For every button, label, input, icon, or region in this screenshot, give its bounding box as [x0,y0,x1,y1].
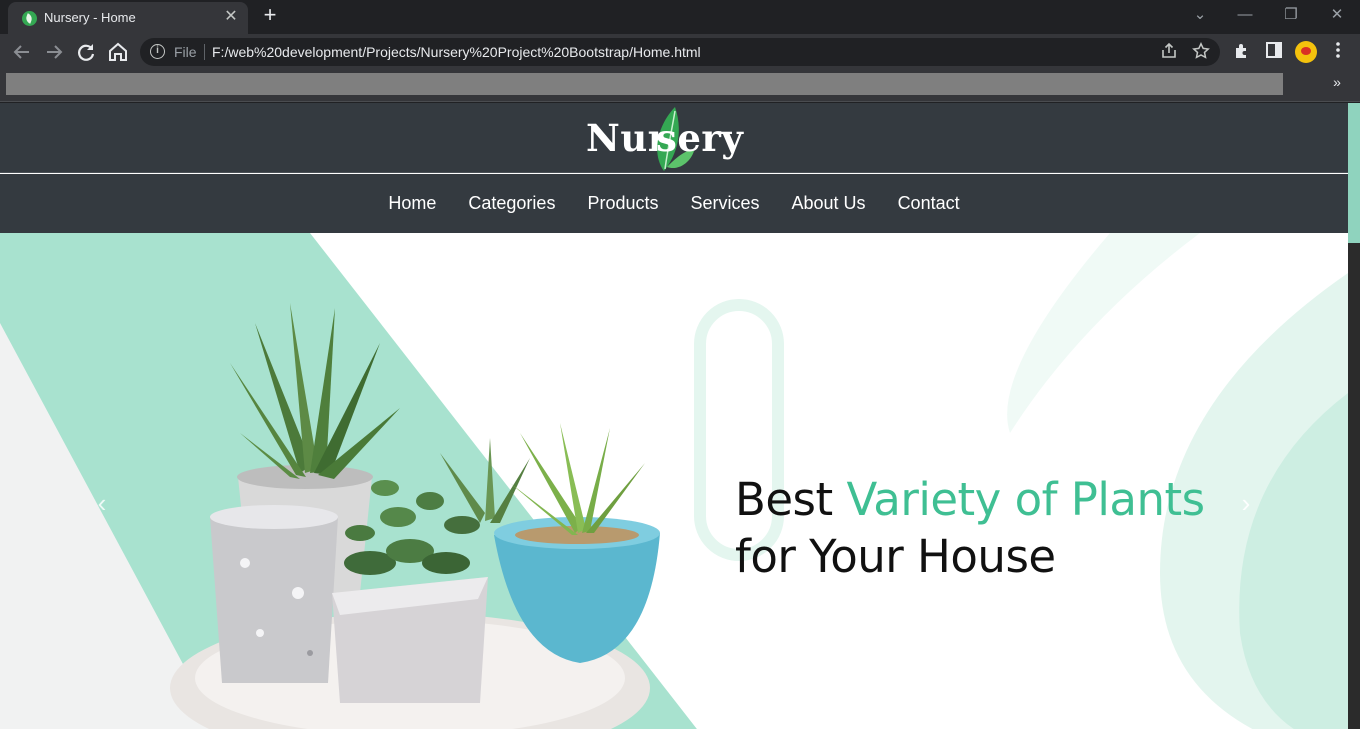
site-header: Nur sery [0,103,1348,173]
nav-contact[interactable]: Contact [882,193,976,214]
hero-headline: Best Variety of Plants for Your House [735,471,1205,585]
carousel-prev-icon[interactable]: ‹ [88,488,116,518]
carousel-next-icon[interactable]: › [1232,488,1260,518]
sidepanel-icon[interactable] [1263,41,1285,63]
extensions-icon[interactable] [1231,41,1253,63]
bookmarks-bar: » [0,70,1360,102]
tab-close-icon[interactable]: ✕ [222,8,240,26]
address-bar[interactable]: i File F:/web%20development/Projects/Nur… [140,38,1220,66]
share-icon[interactable] [1159,42,1179,62]
back-arrow-icon[interactable] [10,40,34,64]
menu-kebab-icon[interactable] [1327,41,1349,63]
home-icon[interactable] [106,40,130,64]
tab-strip: Nursery - Home ✕ + ⌄ — ❐ ✕ [0,0,1360,34]
close-window-icon[interactable]: ✕ [1325,4,1349,26]
restore-window-icon[interactable]: ❐ [1279,4,1303,26]
bookmarks-overflow-icon[interactable]: » [1328,74,1346,94]
tab-search-icon[interactable]: ⌄ [1188,4,1212,26]
reload-icon[interactable] [74,40,98,64]
logo-text-right: sery [656,116,744,160]
scheme-label: File [174,44,197,60]
omnibox-divider [204,44,205,60]
page-viewport: Nur sery Home Categories Products Servic… [0,103,1348,729]
forward-arrow-icon[interactable] [42,40,66,64]
hero-headline-accent: Variety of Plants [846,473,1205,526]
nav-home[interactable]: Home [372,193,452,214]
profile-avatar[interactable] [1295,41,1317,63]
nav-products[interactable]: Products [571,193,674,214]
page-scrollbar[interactable] [1348,103,1360,729]
star-icon[interactable] [1191,42,1211,62]
browser-tab[interactable]: Nursery - Home ✕ [8,2,248,34]
favicon-leaf-icon [22,11,37,26]
hero-headline-plain: Best [735,473,847,526]
nav-about-us[interactable]: About Us [776,193,882,214]
hero-carousel: Best Variety of Plants for Your House ‹ … [0,233,1348,729]
new-tab-button[interactable]: + [259,4,281,26]
site-logo[interactable]: Nur sery [586,107,776,171]
url-text[interactable]: F:/web%20development/Projects/Nursery%20… [212,44,701,60]
browser-toolbar: i File F:/web%20development/Projects/Nur… [0,34,1360,70]
bookmarks-placeholder [6,73,1283,95]
scrollbar-thumb[interactable] [1348,103,1360,243]
hero-headline-line2: for Your House [735,530,1056,583]
minimize-window-icon[interactable]: — [1233,4,1257,26]
main-navigation: Home Categories Products Services About … [0,174,1348,233]
nav-services[interactable]: Services [674,193,775,214]
info-icon[interactable]: i [150,44,165,59]
tab-title: Nursery - Home [44,10,136,25]
hero-headline-line1: Best Variety of Plants [735,471,1205,528]
nav-categories[interactable]: Categories [452,193,571,214]
